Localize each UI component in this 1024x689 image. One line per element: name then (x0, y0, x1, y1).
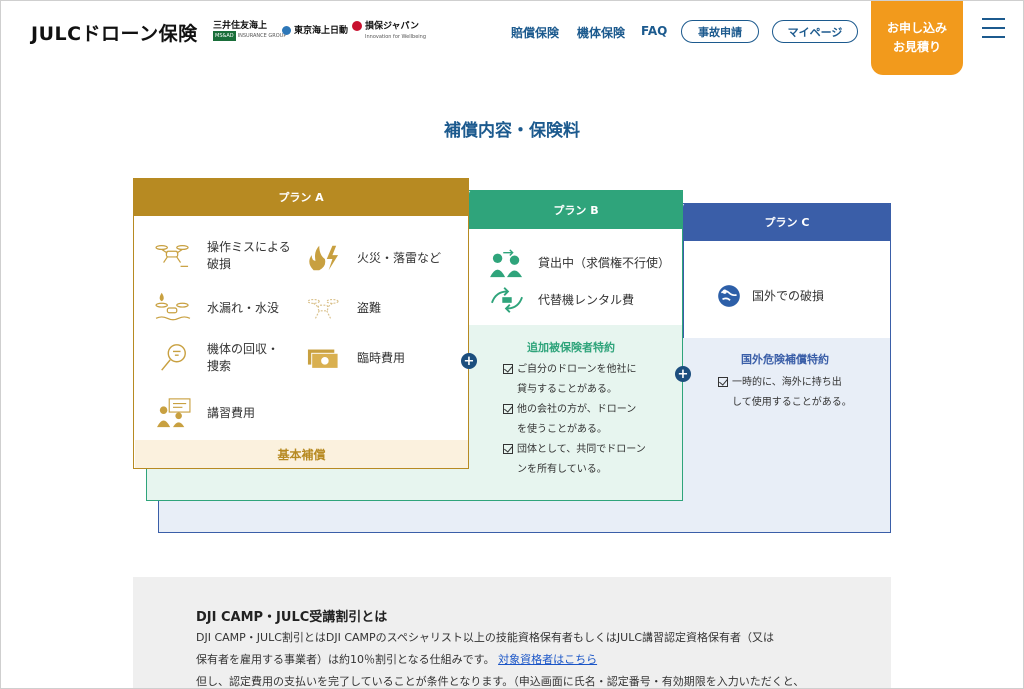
lecture-icon (152, 395, 194, 431)
partner-sub: MS&AD INSURANCE GROUP (213, 31, 287, 41)
rider-item: ご自分のドローンを他社に (503, 360, 646, 380)
plan-b-header: プラン B (469, 190, 683, 229)
coverage-item: 講習費用 (152, 395, 255, 431)
discount-line-3: 但し、認定費用の支払いを完了していることが条件となります。（申込画面に氏名・認定… (196, 675, 805, 688)
rider-item: 他の会社の方が、ドローン (503, 400, 646, 420)
coverage-item: 臨時費用 (302, 340, 405, 376)
plan-a-header: プラン A (133, 178, 469, 216)
coverage-item: 機体の回収・ 捜索 (152, 340, 279, 376)
mypage-button[interactable]: マイページ (772, 20, 858, 43)
plan-c-rider-title: 国外危険補償特約 (741, 353, 829, 366)
plus-icon: + (461, 353, 477, 369)
coverage-item: 貸出中（求償権不行使） (488, 245, 670, 281)
nav-faq[interactable]: FAQ (641, 24, 667, 38)
coverage-item: 操作ミスによる 破損 (152, 238, 291, 274)
coverage-label: 貸出中（求償権不行使） (538, 255, 671, 270)
plan-c-header: プラン C (683, 203, 891, 241)
rider-item: 団体として、共同でドローン (503, 440, 646, 460)
cta-line-1: お申し込み (886, 20, 947, 35)
plan-c-rider-list: 一時的に、海外に持ち出 して使用することがある。 (718, 373, 852, 413)
discount-title: DJI CAMP・JULC受講割引とは (196, 610, 388, 625)
fire-lightning-icon (302, 240, 344, 276)
magnifier-icon (152, 340, 194, 376)
discount-line-2: 保有者を雇用する事業者）は約10％割引となる仕組みです。 対象資格者はこちら (196, 653, 598, 666)
coverage-label: 臨時費用 (357, 350, 406, 365)
plus-icon: + (675, 366, 691, 382)
check-icon (503, 404, 513, 414)
drone-crash-icon (152, 238, 194, 274)
sompo-logo-icon (352, 21, 362, 31)
drone-water-icon (152, 290, 194, 326)
coverage-label: 機体の回収・ 捜索 (207, 342, 280, 373)
plan-a-footer: 基本補償 (135, 440, 468, 468)
section-title: 補償内容・保険料 (444, 121, 580, 141)
cta-line-2: お見積り (892, 39, 941, 54)
apply-quote-button[interactable]: お申し込み お見積り (871, 0, 963, 75)
plan-b-rider-list: ご自分のドローンを他社に 貸与することがある。 他の会社の方が、ドローン を使う… (503, 360, 646, 480)
plan-b-rider-title: 追加被保険者特約 (527, 341, 615, 354)
partner-sub: Innovation for Wellbeing (365, 33, 427, 40)
discount-line-1: DJI CAMP・JULC割引とはDJI CAMPのスペシャリスト以上の技能資格… (196, 631, 775, 644)
partner-mitsui: 三井住友海上 MS&AD INSURANCE GROUP (213, 21, 286, 41)
rider-item: 一時的に、海外に持ち出 (718, 373, 852, 393)
check-icon (503, 444, 513, 454)
partner-name: 東京海上日動 (294, 26, 349, 36)
nav-liability-insurance[interactable]: 賠償保険 (511, 24, 559, 41)
site-logo[interactable]: JULCドローン保険 (31, 19, 198, 46)
rental-icon (488, 282, 526, 318)
coverage-item: 盗難 (302, 290, 381, 326)
discount-text: DJI CAMP・JULC割引とはDJI CAMPのスペシャリスト以上の技能資格… (196, 627, 836, 689)
coverage-label: 代替機レンタル費 (538, 292, 635, 307)
check-icon (718, 377, 728, 387)
eligible-qualifications-link[interactable]: 対象資格者はこちら (498, 653, 597, 666)
nav-hull-insurance[interactable]: 機体保険 (577, 24, 625, 41)
partner-tokio: 東京海上日動 (282, 26, 348, 36)
accident-claim-button[interactable]: 事故申請 (681, 20, 759, 43)
coverage-item: 水漏れ・水没 (152, 290, 279, 326)
coverage-item: 国外での破損 (716, 278, 824, 314)
tokio-logo-icon (282, 26, 291, 35)
coverage-label: 操作ミスによる 破損 (207, 240, 291, 271)
partner-name: 損保ジャパン (365, 21, 420, 32)
partner-sompo: 損保ジャパン Innovation for Wellbeing (352, 21, 426, 42)
partner-name: 三井住友海上 (213, 21, 268, 31)
globe-icon (716, 278, 742, 314)
coverage-label: 水漏れ・水没 (207, 300, 280, 315)
site-header: JULCドローン保険 三井住友海上 MS&AD INSURANCE GROUP 東… (0, 0, 1024, 75)
lending-icon (488, 245, 526, 281)
coverage-label: 国外での破損 (752, 288, 825, 303)
coverage-item: 代替機レンタル費 (488, 282, 634, 318)
coverage-label: 盗難 (357, 300, 382, 315)
money-icon (302, 340, 344, 376)
theft-icon (302, 290, 344, 326)
hamburger-menu-icon[interactable] (982, 18, 1005, 40)
coverage-label: 火災・落雷など (357, 250, 442, 265)
coverage-item: 火災・落雷など (302, 240, 441, 276)
coverage-label: 講習費用 (207, 405, 256, 420)
check-icon (503, 364, 513, 374)
